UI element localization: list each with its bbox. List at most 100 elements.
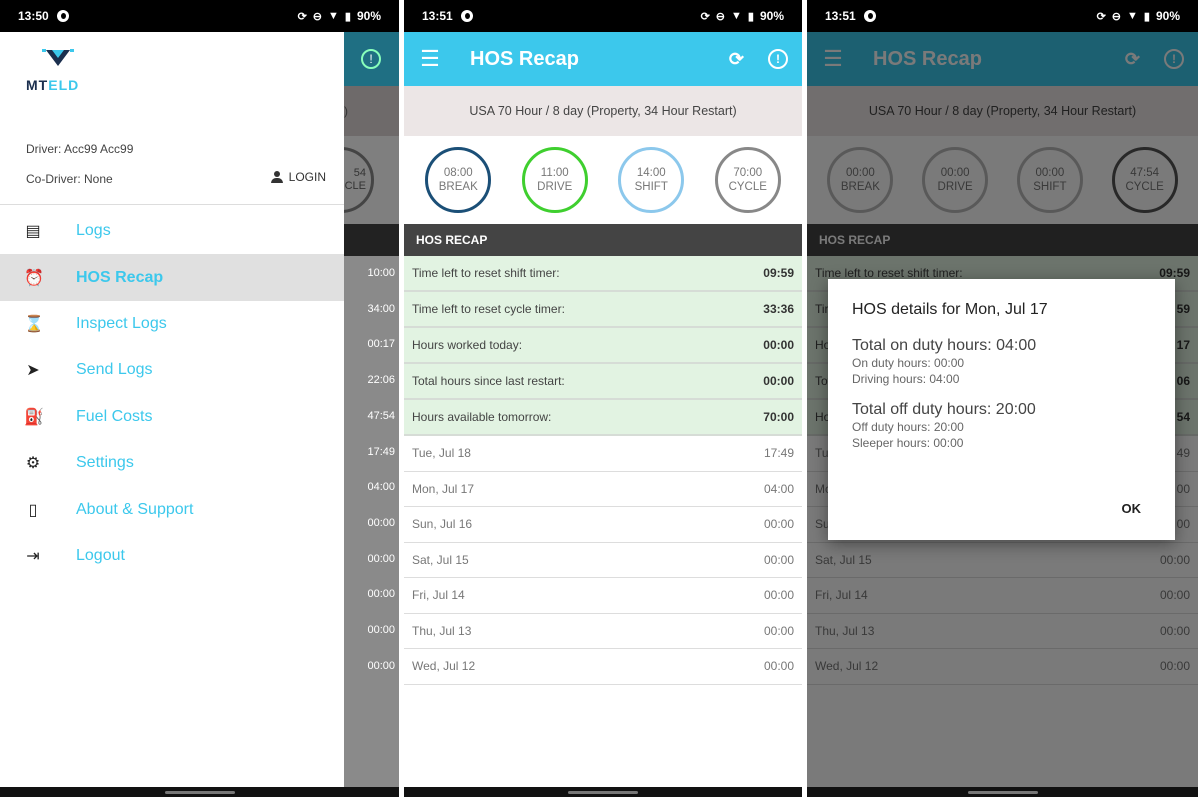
timer-label: CYCLE [728, 181, 767, 193]
drawer-item-hos-recap[interactable]: ⏰ HOS Recap [0, 254, 344, 301]
summary-row: Total hours since last restart: 00:00 [404, 364, 802, 400]
day-hours: 00:00 [763, 552, 794, 567]
timer-value: 11:00 [540, 167, 569, 179]
day-row[interactable]: Fri, Jul 14 00:00 [404, 578, 802, 614]
drawer-item-label: Send Logs [76, 361, 153, 379]
login-button[interactable]: LOGIN [270, 170, 326, 184]
summary-label: Time left to reset shift timer: [412, 266, 560, 280]
summary-value: 70:00 [763, 410, 794, 424]
status-bar: 13:51 ⟳ ⊖ ▼ ▮ 90% [404, 0, 802, 32]
day-row[interactable]: Thu, Jul 13 00:00 [404, 614, 802, 649]
hos-details-dialog: HOS details for Mon, Jul 17 Total on dut… [828, 279, 1175, 540]
summary-row: Time left to reset cycle timer: 33:36 [404, 292, 802, 328]
timers-background: 54 CLE [308, 136, 399, 224]
home-handle[interactable] [164, 791, 235, 794]
list-icon: ▤ [25, 223, 41, 241]
day-hours: 00:00 [763, 517, 794, 532]
sync-icon: ⟳ [1096, 10, 1106, 23]
dialog-title: HOS details for Mon, Jul 17 [852, 301, 1048, 318]
drive-timer-circle: 11:00 DRIVE [521, 147, 588, 213]
cycle-timer-circle: 70:00 CYCLE [714, 147, 781, 213]
background-value: 00:00 [367, 624, 395, 636]
background-value: 00:00 [367, 659, 395, 672]
page-title: HOS Recap [470, 47, 579, 70]
login-label: LOGIN [288, 170, 326, 184]
battery-icon: ▮ [344, 10, 351, 23]
ruleset-banner: USA 70 Hour / 8 day (Property, 34 Hour R… [404, 86, 802, 136]
status-icons: ⟳ ⊖ ▼ ▮ 90% [298, 9, 381, 23]
phone-icon: ▯ [28, 501, 38, 519]
drawer-item-send-logs[interactable]: ➤ Send Logs [0, 347, 344, 393]
cycle-peek-label: CLE [344, 180, 366, 192]
system-nav-bar [404, 787, 802, 797]
day-row[interactable]: Sun, Jul 16 00:00 [404, 507, 802, 543]
dnd-icon: ⊖ [1111, 10, 1122, 23]
status-time: 13:51 [422, 9, 453, 23]
person-icon [270, 171, 283, 183]
status-time: 13:50 [18, 9, 49, 23]
timer-value: 08:00 [443, 167, 473, 179]
day-row[interactable]: Wed, Jul 12 00:00 [404, 649, 802, 685]
day-label: Sun, Jul 16 [412, 517, 473, 532]
menu-icon[interactable]: ☰ [404, 46, 456, 72]
drawer-item-fuel-costs[interactable]: ⛽ Fuel Costs [0, 394, 344, 440]
dnd-icon: ⊖ [715, 10, 726, 23]
ok-button[interactable]: OK [1122, 501, 1142, 516]
cycle-peek-value: 54 [353, 167, 366, 179]
summary-value: 00:00 [763, 338, 794, 352]
timer-circles: 08:00 BREAK 11:00 DRIVE 14:00 SHIFT 70:00 CYCLE [404, 136, 802, 224]
system-nav-bar [0, 787, 399, 797]
section-header: HOS RECAP [404, 224, 802, 256]
status-time: 13:51 [825, 9, 856, 23]
google-icon [863, 10, 876, 22]
shift-timer-circle: 14:00 SHIFT [618, 147, 685, 213]
day-hours: 00:00 [763, 588, 794, 603]
summary-label: Hours available tomorrow: [412, 410, 552, 424]
sync-icon: ⟳ [297, 10, 307, 23]
background-value: 47:54 [367, 409, 395, 422]
on-duty-total: Total on duty hours: 04:00 [852, 337, 1037, 354]
alert-icon: ! [361, 49, 399, 69]
home-handle[interactable] [568, 791, 638, 794]
drawer-item-label: About & Support [76, 500, 194, 518]
background-value: 17:49 [367, 445, 395, 458]
day-row[interactable]: Mon, Jul 17 04:00 [404, 472, 802, 507]
drawer-item-logs[interactable]: ▤ Logs [0, 208, 344, 254]
background-value: 34:00 [367, 302, 395, 315]
day-hours: 00:00 [763, 659, 794, 674]
summary-label: Total hours since last restart: [412, 374, 565, 388]
on-duty-hours: On duty hours: 00:00 [852, 356, 965, 370]
background-value: 00:00 [367, 516, 395, 529]
alarm-icon: ⏰ [24, 269, 44, 287]
logout-icon: ⇥ [26, 547, 40, 565]
status-icons: ⟳ ⊖ ▼ ▮ 90% [1097, 9, 1180, 23]
ruleset-bar-background: ) [344, 86, 399, 136]
refresh-icon[interactable]: ⟳ [729, 49, 744, 70]
timer-label: BREAK [438, 181, 478, 193]
codriver-label: Co-Driver: None [26, 172, 113, 186]
drawer-item-inspect-logs[interactable]: ⌛ Inspect Logs [0, 301, 344, 347]
drawer-item-about-support[interactable]: ▯ About & Support [0, 486, 344, 532]
day-row[interactable]: Sat, Jul 15 00:00 [404, 543, 802, 578]
day-hours: 00:00 [763, 623, 794, 638]
drawer-item-settings[interactable]: ⚙ Settings [0, 440, 344, 486]
off-duty-total: Total off duty hours: 20:00 [852, 401, 1036, 418]
logo-mark-icon [38, 46, 78, 73]
sleeper-hours: Sleeper hours: 00:00 [852, 436, 964, 450]
status-bar: 13:50 ⟳ ⊖ ▼ ▮ 90% [0, 0, 399, 32]
drawer-menu: ▤ Logs ⏰ HOS Recap ⌛ Inspect Logs ➤ Send Logs ⛽ F… [0, 208, 344, 579]
brand-name: MTELD [26, 77, 80, 93]
recap-list: Time left to reset shift timer: 09:59 Time… [404, 256, 802, 685]
system-nav-bar [807, 787, 1198, 797]
drawer-item-logout[interactable]: ⇥ Logout [0, 533, 344, 579]
home-handle[interactable] [967, 791, 1038, 794]
fuel-icon: ⛽ [24, 408, 44, 426]
drawer-item-label: Inspect Logs [76, 314, 167, 332]
background-value: 10:00 [367, 267, 395, 279]
day-row[interactable]: Tue, Jul 18 17:49 [404, 436, 802, 472]
drawer-item-label: Logs [76, 222, 111, 240]
screen-hos-details-dialog: 13:51 ⟳ ⊖ ▼ ▮ 90% ☰ HOS Recap ⟳ ! USA 70… [807, 0, 1198, 797]
ruleset-peek: ) [344, 104, 348, 118]
alert-icon[interactable]: ! [768, 48, 788, 69]
summary-row: Hours worked today: 00:00 [404, 328, 802, 364]
